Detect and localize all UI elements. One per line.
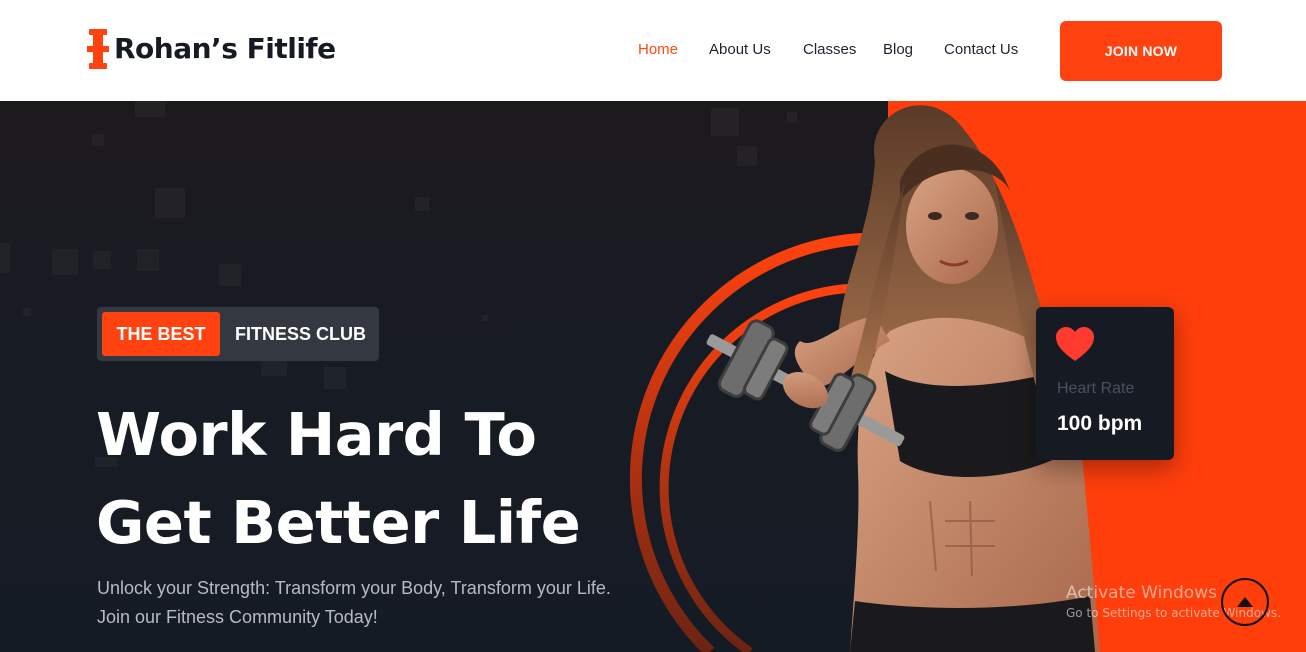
badge-text: FITNESS CLUB bbox=[235, 323, 367, 344]
arrow-up-icon bbox=[1237, 597, 1253, 607]
headline-line-1: Work Hard To bbox=[96, 400, 537, 469]
nav-blog[interactable]: Blog bbox=[883, 39, 913, 61]
badge-highlight: THE BEST bbox=[102, 312, 220, 356]
brand-name: Rohan’s Fitlife bbox=[114, 32, 336, 65]
heart-rate-value: 100 bpm bbox=[1057, 412, 1143, 435]
subtext-line-1: Unlock your Strength: Transform your Bod… bbox=[97, 578, 611, 598]
hero-section: THE BEST FITNESS CLUB Work Hard To Get B… bbox=[0, 101, 1306, 652]
brand-logo[interactable]: Rohan’s Fitlife bbox=[87, 29, 336, 69]
heart-rate-label: Heart Rate bbox=[1057, 380, 1135, 397]
nav-about-us[interactable]: About Us bbox=[709, 39, 771, 61]
nav-home[interactable]: Home bbox=[638, 39, 678, 61]
athlete-woman-image bbox=[629, 105, 1100, 652]
subtext-line-2: Join our Fitness Community Today! bbox=[97, 607, 378, 627]
site-header: Rohan’s Fitlife Home About Us Classes Bl… bbox=[0, 0, 1306, 101]
headline-line-2: Get Better Life bbox=[96, 488, 581, 557]
hero-subtext: Unlock your Strength: Transform your Bod… bbox=[97, 574, 611, 632]
join-now-button[interactable]: JOIN NOW bbox=[1060, 21, 1222, 81]
hero-badge: THE BEST FITNESS CLUB bbox=[97, 307, 379, 361]
heart-rate-card: Heart Rate 100 bpm bbox=[1036, 307, 1174, 460]
nav-classes[interactable]: Classes bbox=[803, 39, 856, 61]
dumbbell-logo-icon bbox=[87, 29, 109, 69]
heart-icon bbox=[1056, 327, 1094, 361]
hero-headline: Work Hard To Get Better Life bbox=[96, 391, 581, 567]
nav-contact-us[interactable]: Contact Us bbox=[944, 39, 1018, 61]
scroll-to-top-button[interactable] bbox=[1221, 578, 1269, 626]
